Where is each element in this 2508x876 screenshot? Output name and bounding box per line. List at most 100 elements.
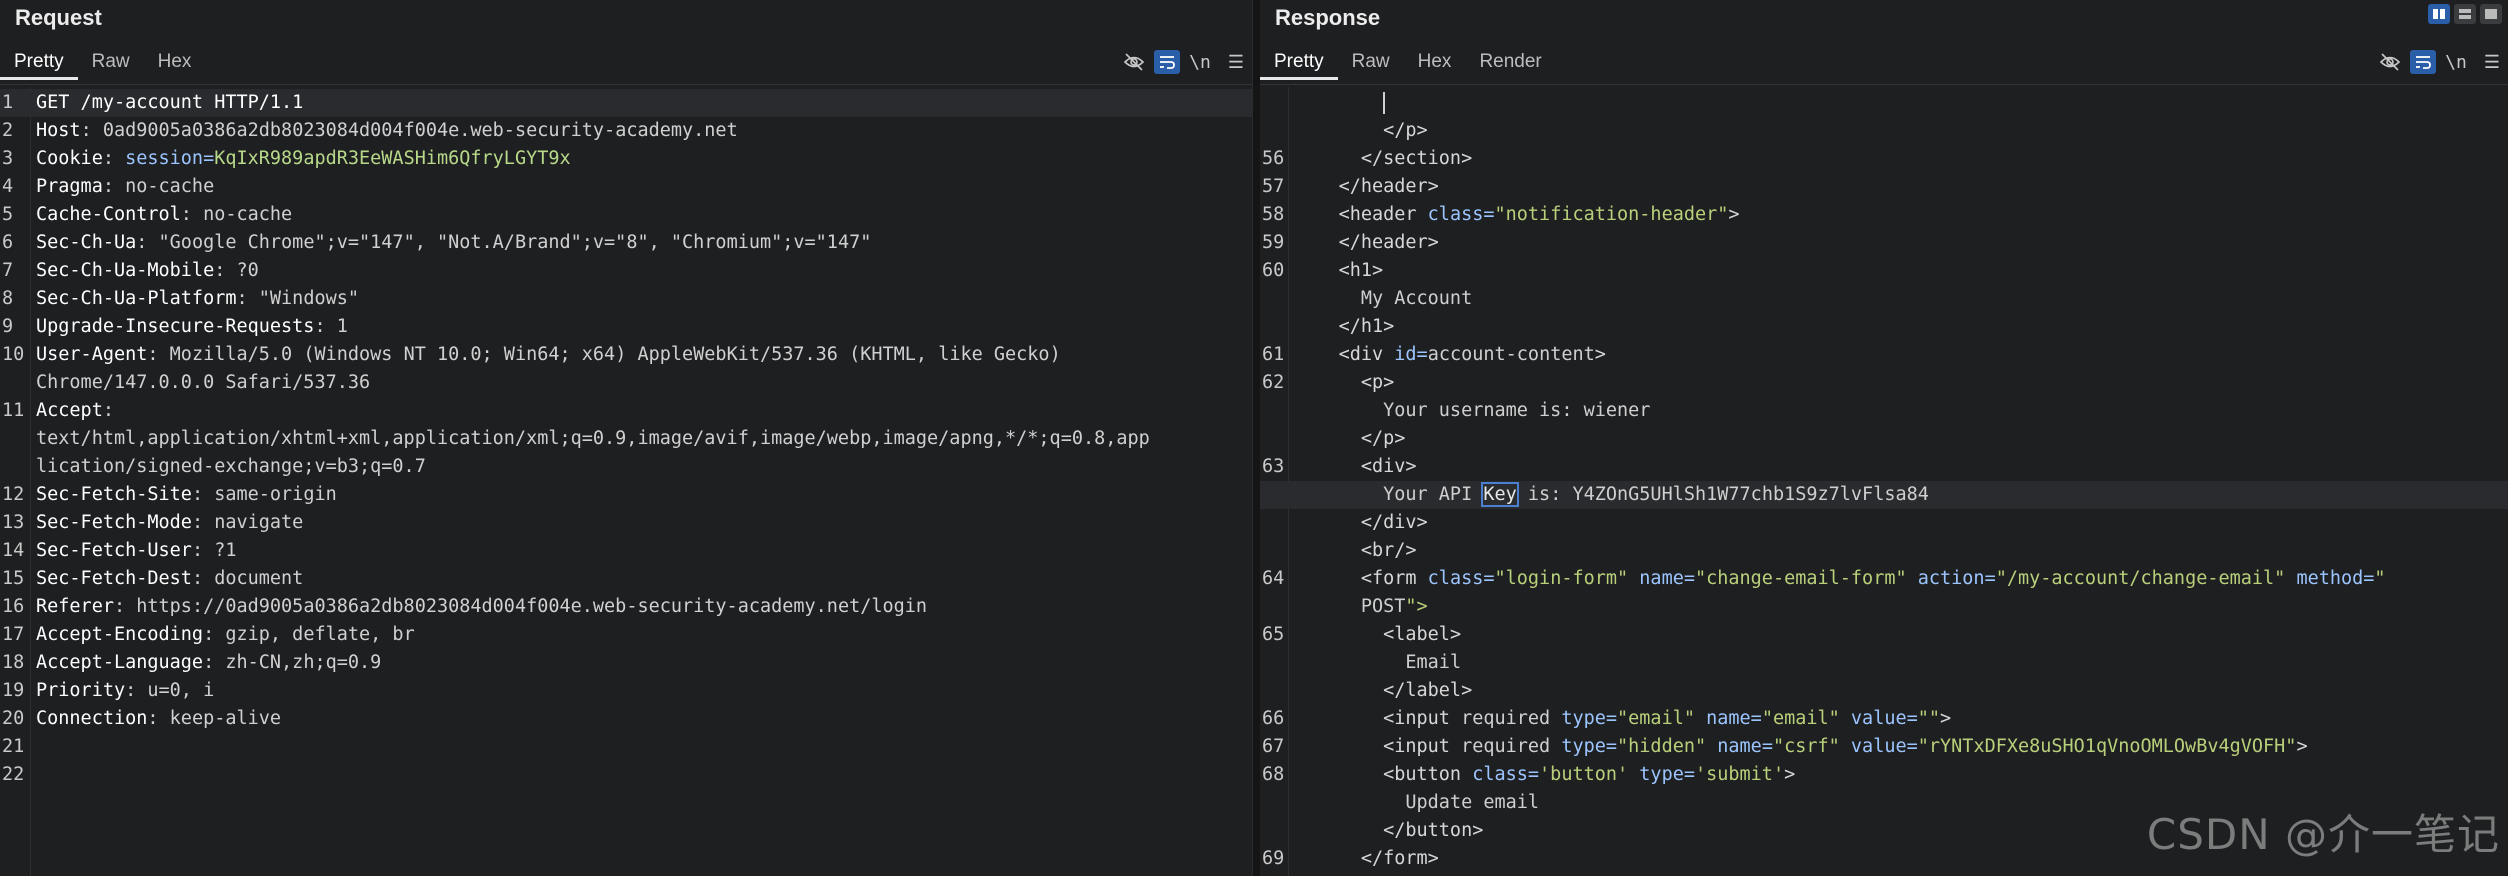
response-line-text: <p> — [1294, 369, 1394, 397]
request-separator — [0, 84, 1252, 85]
line-number: 67 — [1262, 736, 1285, 757]
newline-toggle[interactable]: \n — [1184, 48, 1216, 76]
code-text: Update email — [1405, 792, 1540, 813]
header-value: no-cache — [125, 176, 215, 197]
request-line-text: Sec-Fetch-Mode: navigate — [36, 509, 303, 537]
header-name: Cache-Control — [36, 204, 181, 225]
line-number: 69 — [1262, 848, 1285, 869]
response-line-text: Your API Key is: Y4ZOnG5UHlSh1W77chb1S9z… — [1294, 481, 1929, 509]
request-line: 19 Priority: u=0, i — [0, 677, 1252, 705]
line-number: 12 — [2, 484, 25, 505]
code-text: </header> — [1338, 232, 1439, 253]
wrap-lines-icon[interactable] — [1154, 50, 1180, 74]
menu-icon[interactable]: ☰ — [1220, 48, 1252, 76]
header-value: no-cache — [203, 204, 293, 225]
response-tab-pretty[interactable]: Pretty — [1260, 44, 1338, 80]
code-text: <h1> — [1338, 260, 1384, 281]
header-separator: : — [314, 316, 337, 337]
header-value: zh-CN,zh;q=0.9 — [225, 652, 382, 673]
response-line: 56 </section> — [1260, 145, 2508, 173]
line-number: 66 — [1262, 708, 1285, 729]
response-line: Your API Key is: Y4ZOnG5UHlSh1W77chb1S9z… — [1260, 481, 2508, 509]
line-number: 13 — [2, 512, 25, 533]
response-line: 62 <p> — [1260, 369, 2508, 397]
response-line-text: </button> — [1294, 817, 1483, 845]
menu-icon[interactable]: ☰ — [2476, 48, 2508, 76]
response-line: 67 <input required type="hidden" name="c… — [1260, 733, 2508, 761]
wrap-lines-icon[interactable] — [2410, 50, 2436, 74]
header-name: Accept — [36, 400, 103, 421]
response-line-text: </p> — [1294, 117, 1428, 145]
response-tab-render[interactable]: Render — [1465, 44, 1555, 80]
header-separator: : — [191, 568, 215, 589]
request-line-text: text/html,application/xhtml+xml,applicat… — [36, 425, 1150, 453]
code-text: <div id=account-content> — [1338, 344, 1606, 365]
response-line: 61 <div id=account-content> — [1260, 341, 2508, 369]
line-number: 7 — [2, 260, 14, 281]
response-line: </p> — [1260, 117, 2508, 145]
code-text: Email — [1405, 652, 1462, 673]
code-text: <label> — [1383, 624, 1462, 645]
code-text: </header> — [1338, 176, 1439, 197]
header-name: Sec-Fetch-Site — [36, 484, 192, 505]
header-value: Chrome/147.0.0.0 Safari/537.36 — [36, 372, 371, 393]
line-number: 4 — [2, 176, 14, 197]
code-text: <input required type="hidden" name="csrf… — [1383, 736, 2308, 757]
request-line-text: Pragma: no-cache — [36, 173, 214, 201]
response-editor[interactable]: </p> 56 </section> 57 </header> 58 <header … — [1260, 87, 2508, 876]
request-line-text: Sec-Ch-Ua-Mobile: ?0 — [36, 257, 259, 285]
request-line: 12 Sec-Fetch-Site: same-origin — [0, 481, 1252, 509]
request-line-text: Sec-Ch-Ua: "Google Chrome";v="147", "Not… — [36, 229, 871, 257]
response-tab-raw[interactable]: Raw — [1338, 44, 1404, 80]
line-number: 17 — [2, 624, 25, 645]
response-line-text: <br/> — [1294, 537, 1417, 565]
hide-nonprintable-icon[interactable] — [2374, 48, 2406, 76]
request-line: 11 Accept: — [0, 397, 1252, 425]
layout-tabs-icon[interactable] — [2480, 4, 2502, 24]
line-number: 3 — [2, 148, 14, 169]
request-line: 10 User-Agent: Mozilla/5.0 (Windows NT 10… — [0, 341, 1252, 369]
line-number: 14 — [2, 540, 25, 561]
response-line: </label> — [1260, 677, 2508, 705]
header-separator: : — [80, 120, 103, 141]
line-number: 59 — [1262, 232, 1285, 253]
hide-nonprintable-icon[interactable] — [1118, 48, 1150, 76]
response-line: </p> — [1260, 425, 2508, 453]
response-line-text — [1294, 89, 1386, 117]
code-text: <form class="login-form" name="change-em… — [1360, 568, 2386, 589]
response-line: 59 </header> — [1260, 229, 2508, 257]
response-line: POST"> — [1260, 593, 2508, 621]
header-name: Cookie — [36, 148, 103, 169]
response-line: 68 <button class='button' type='submit'> — [1260, 761, 2508, 789]
line-number: 15 — [2, 568, 25, 589]
layout-stacked-icon[interactable] — [2454, 4, 2476, 24]
header-name: Sec-Ch-Ua-Mobile — [36, 260, 215, 281]
header-separator: : — [203, 624, 226, 645]
response-line-text: </p> — [1294, 425, 1406, 453]
response-panel: Response Pretty Raw Hex Render \n ☰ </p>… — [1260, 0, 2508, 876]
response-line-text: <input required type="email" name="email… — [1294, 705, 1951, 733]
line-number: 62 — [1262, 372, 1285, 393]
response-line: 63 <div> — [1260, 453, 2508, 481]
request-toolbar: \n ☰ — [1114, 48, 1252, 76]
request-line: 6 Sec-Ch-Ua: "Google Chrome";v="147", "No… — [0, 229, 1252, 257]
request-line-text: Priority: u=0, i — [36, 677, 214, 705]
request-editor[interactable]: 1 GET /my-account HTTP/1.1 2 Host: 0ad9005a… — [0, 87, 1252, 876]
newline-toggle[interactable]: \n — [2440, 48, 2472, 76]
request-line: 1 GET /my-account HTTP/1.1 — [0, 89, 1252, 117]
header-value: same-origin — [214, 484, 337, 505]
request-tab-raw[interactable]: Raw — [78, 44, 144, 80]
code-text: <div> — [1360, 456, 1417, 477]
request-line-text: Connection: keep-alive — [36, 705, 281, 733]
response-toolbar: \n ☰ — [2370, 48, 2508, 76]
response-line-text: </label> — [1294, 677, 1472, 705]
request-tab-pretty[interactable]: Pretty — [0, 44, 78, 80]
request-line-text: Sec-Fetch-Dest: document — [36, 565, 303, 593]
cookie-name: session= — [125, 148, 215, 169]
request-line-text: Chrome/147.0.0.0 Safari/537.36 — [36, 369, 370, 397]
response-line-text: </section> — [1294, 145, 1472, 173]
header-value: "Windows" — [258, 288, 360, 309]
response-tab-hex[interactable]: Hex — [1404, 44, 1466, 80]
layout-side-by-side-icon[interactable] — [2428, 4, 2450, 24]
request-tab-hex[interactable]: Hex — [144, 44, 206, 80]
